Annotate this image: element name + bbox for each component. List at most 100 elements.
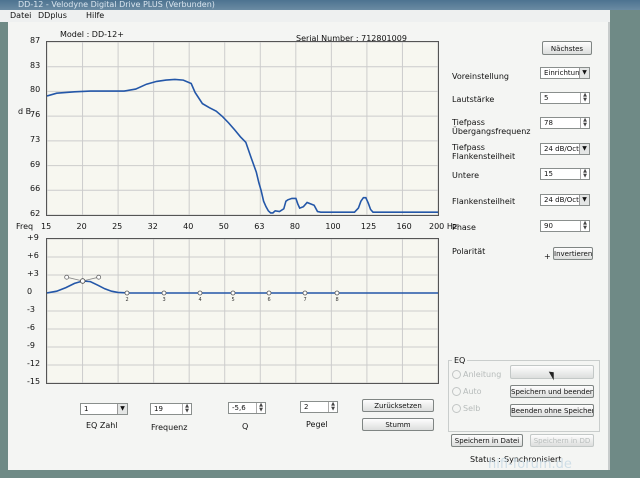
eq-curve-svg: 2 3 4 5 6 7 8 [46, 238, 439, 384]
x-tick-label: 80 [289, 222, 300, 231]
eq-band-number: 4 [199, 297, 202, 303]
menu-datei[interactable]: Datei [10, 11, 31, 20]
spinner-arrows-icon[interactable]: ▲ ▼ [580, 169, 589, 179]
spinner-arrows-icon[interactable]: ▲ ▼ [182, 404, 191, 414]
untere-spinner[interactable]: 15 ▲ ▼ [540, 168, 590, 180]
y-tick-label: 62 [30, 209, 41, 218]
x-tick-label: 15 [41, 222, 52, 231]
chevron-down-icon: ▼ [579, 144, 589, 154]
voreinstellung-value: Einrichtung [544, 69, 584, 77]
q-value: -5,6 [232, 404, 246, 412]
y-tick-label: 0 [27, 287, 33, 296]
x-tick-label: 25 [112, 222, 123, 231]
invert-button[interactable]: Invertieren [553, 247, 593, 260]
radio-anleitung-label: Anleitung [463, 370, 502, 379]
spinner-arrows-icon[interactable]: ▲ ▼ [580, 118, 589, 128]
y-tick-label: +9 [27, 233, 39, 242]
chevron-down-icon: ▼ [117, 404, 127, 414]
lautstaerke-spinner[interactable]: 5 ▲ ▼ [540, 92, 590, 104]
window-title: DD-12 - Velodyne Digital Drive PLUS (Ver… [18, 0, 215, 9]
flanken2-value: 24 dB/Oct [544, 196, 579, 204]
eq-zahl-value: 1 [84, 405, 89, 413]
voreinstellung-label: Voreinstellung [452, 72, 509, 81]
eq-zahl-label: EQ Zahl [86, 421, 118, 430]
x-tick-label: 20 [76, 222, 87, 231]
next-button[interactable]: Nächstes [542, 41, 592, 55]
save-to-dd-button[interactable]: Speichern in DD [530, 434, 594, 447]
x-tick-label: 40 [183, 222, 194, 231]
lautstaerke-label: Lautstärke [452, 95, 495, 104]
response-curve-line [46, 78, 438, 214]
radio-selbst-label: Selb [463, 404, 481, 413]
polaritaet-plus: + [544, 252, 551, 261]
chevron-down-icon: ▼ [579, 68, 589, 78]
frequenz-value: 19 [154, 405, 163, 413]
menu-ddplus[interactable]: DDplus [38, 11, 67, 20]
eq-band-marker [124, 290, 130, 296]
eq-curve-line [46, 280, 438, 294]
eq-band-number: 8 [336, 297, 339, 303]
q-spinner[interactable]: -5,6 ▲ ▼ [228, 402, 266, 414]
frequenz-spinner[interactable]: 19 ▲ ▼ [150, 403, 192, 415]
polaritaet-label: Polarität [452, 247, 486, 256]
y-tick-label: -15 [27, 377, 41, 386]
tiefpass-spinner[interactable]: 78 ▲ ▼ [540, 117, 590, 129]
chevron-down-icon: ▼ [579, 195, 589, 205]
spinner-arrows-icon[interactable]: ▲ ▼ [328, 402, 337, 412]
eq-group-title: EQ [452, 356, 468, 365]
voreinstellung-select[interactable]: Einrichtung ▼ [540, 67, 590, 79]
mute-button[interactable]: Stumm [362, 418, 434, 431]
eq-zahl-select[interactable]: 1 ▼ [80, 403, 128, 415]
quit-without-save-button[interactable]: Beenden ohne Speichern [510, 404, 594, 417]
q-handle-point [96, 274, 102, 280]
title-bar: DD-12 - Velodyne Digital Drive PLUS (Ver… [0, 0, 640, 10]
x-tick-label: 160 [396, 222, 412, 231]
tiefpass-label: Tiefpass Übergangsfrequenz [452, 118, 531, 136]
y-tick-label: 73 [30, 134, 41, 144]
flanken-value: 24 dB/Oct [544, 145, 579, 153]
spinner-arrows-icon[interactable]: ▲ ▼ [256, 403, 265, 413]
x-tick-label: 125 [360, 222, 377, 231]
save-and-quit-button[interactable]: Speichern und beenden [510, 385, 594, 398]
y-tick-label: -9 [27, 341, 35, 350]
spinner-arrows-icon[interactable]: ▲ ▼ [580, 221, 589, 231]
x-tick-label: 50 [218, 222, 229, 231]
radio-selbst[interactable] [452, 404, 461, 413]
x-tick-label: 63 [254, 222, 265, 231]
y-tick-label: 80 [30, 85, 41, 95]
eq-band-marker [266, 290, 272, 296]
y-tick-label: 83 [30, 60, 41, 70]
eq-band-marker [334, 290, 340, 296]
radio-anleitung[interactable] [452, 370, 461, 379]
spinner-arrows-icon[interactable]: ▲ ▼ [580, 93, 589, 103]
y-tick-label: -6 [27, 323, 35, 332]
flanken-label: Tiefpass Flankensteilheit [452, 143, 516, 161]
untere-label: Untere [452, 171, 480, 180]
y-tick-label: -3 [27, 305, 35, 314]
radio-auto[interactable] [452, 387, 461, 396]
untere-value: 15 [544, 170, 553, 178]
x-tick-label: 100 [325, 222, 341, 231]
frequenz-label: Frequenz [151, 423, 188, 432]
eq-band-marker [79, 278, 86, 284]
y-tick-label: +6 [27, 251, 39, 260]
reset-button[interactable]: Zurücksetzen [362, 399, 434, 412]
eq-band-marker [161, 290, 167, 296]
phase-spinner[interactable]: 90 ▲ ▼ [540, 220, 590, 232]
flanken2-label: Flankensteilheit [452, 197, 516, 206]
radio-auto-label: Auto [463, 387, 482, 396]
flanken-select[interactable]: 24 dB/Oct ▼ [540, 143, 590, 155]
eq-band-marker [302, 290, 308, 296]
eq-graph: 2 3 4 5 6 7 8 [46, 238, 439, 384]
y-tick-label: +3 [27, 269, 39, 278]
q-handle-point [64, 274, 70, 280]
model-label: Model : DD-12+ [60, 30, 124, 39]
flanken2-select[interactable]: 24 dB/Oct ▼ [540, 194, 590, 206]
y-tick-label: 69 [30, 159, 41, 169]
save-to-file-button[interactable]: Speichern in Datei [451, 434, 523, 447]
menu-hilfe[interactable]: Hilfe [86, 11, 104, 20]
tiefpass-value: 78 [544, 119, 553, 127]
watermark: hifi-forum.de [488, 457, 572, 472]
eq-band-number: 6 [268, 297, 271, 303]
pegel-spinner[interactable]: 2 ▲ ▼ [300, 401, 338, 413]
